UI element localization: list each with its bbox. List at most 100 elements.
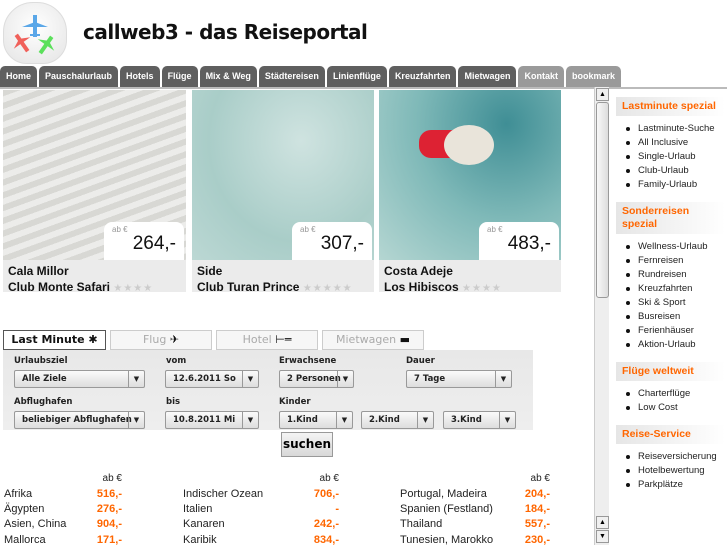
offer-place: Cala Millor [8,264,69,278]
chevron-down-icon: ▼ [128,371,144,387]
destination-link[interactable]: Kanaren [183,518,225,530]
nav-kontakt[interactable]: Kontakt [518,66,564,87]
dauer-select[interactable]: 7 Tage ▼ [406,370,512,388]
nav-pauschalurlaub[interactable]: Pauschalurlaub [39,66,119,87]
chevron-down-icon: ▼ [495,371,511,387]
destination-link[interactable]: Asien, China [4,518,66,530]
nav-mix-weg[interactable]: Mix & Weg [199,66,257,87]
nav-kreuzfahrten[interactable]: Kreuzfahrten [388,66,457,87]
sidebar-link[interactable]: Single-Urlaub [626,150,725,164]
bed-icon: ⊢═ [275,333,292,346]
sidebar-link[interactable]: Rundreisen [626,268,725,282]
sunhat-shape [444,125,494,165]
site-title: callweb3 - das Reiseportal [83,20,368,44]
chevron-down-icon: ▼ [242,412,258,428]
sidebar-link[interactable]: Family-Urlaub [626,178,725,192]
destination-link[interactable]: Mallorca [4,534,46,546]
vom-select[interactable]: 12.6.2011 So ▼ [165,370,259,388]
chevron-down-icon: ▼ [336,412,352,428]
tab-label: Hotel [242,333,272,346]
sidebar-link[interactable]: Reiseversicherung [626,450,725,464]
kind2-select[interactable]: 2.Kind ▼ [361,411,434,429]
select-value: 2.Kind [369,415,400,425]
destination-link[interactable]: Ägypten [4,503,44,515]
nav-fluege[interactable]: Flüge [161,66,198,87]
sidebar-link[interactable]: Lastminute-Suche [626,122,725,136]
scrollbar[interactable]: ▲ ▲ ▼ [594,87,609,545]
plane-icon: ✈ [169,333,180,346]
logo[interactable] [3,2,67,64]
offer-card[interactable]: ab € 264,- Cala Millor Club Monte Safari ★… [3,90,186,294]
nav-mietwagen[interactable]: Mietwagen [458,66,517,87]
sidebar-link[interactable]: Club-Urlaub [626,164,725,178]
destination-price: 276,- [96,503,122,515]
sidebar-link[interactable]: Low Cost [626,401,725,415]
destination-price: 230,- [524,534,550,546]
sidebar-link[interactable]: Busreisen [626,310,725,324]
sidebar-link[interactable]: Fernreisen [626,254,725,268]
destination-link[interactable]: Tunesien, Marokko [400,534,493,546]
destination-link[interactable]: Thailand [400,518,442,530]
sidebar-link[interactable]: Aktion-Urlaub [626,338,725,352]
destination-link[interactable]: Afrika [4,488,32,500]
scroll-up-icon[interactable]: ▲ [596,516,609,529]
sidebar-link[interactable]: Parkplätze [626,478,725,492]
sidebar-link[interactable]: Ferienhäuser [626,324,725,338]
select-value: 12.6.2011 So [173,374,236,384]
sidebar-section-title: Sonderreisen spezial [616,202,725,234]
nav-linienfluege[interactable]: Linienflüge [326,66,387,87]
destination-link[interactable]: Italien [183,503,212,515]
destination-link[interactable]: Portugal, Madeira [400,488,487,500]
price-column-header: ab € [319,473,339,484]
destination-link[interactable]: Karibik [183,534,217,546]
star-rating: ★★★★ [462,283,502,294]
sidebar: Lastminute spezial Lastminute-Suche All In… [612,97,725,502]
chevron-down-icon: ▼ [337,371,353,387]
star-rating: ★★★★★ [302,283,353,294]
label-kinder: Kinder [279,397,311,407]
price: 307,- [320,233,364,254]
nav-divider [0,87,727,89]
offer-card[interactable]: ab € 307,- Side Club Turan Prince ★★★★★ [192,90,374,294]
destination-price: 204,- [524,488,550,500]
erwachsene-select[interactable]: 2 Personen ▼ [279,370,354,388]
tab-hotel[interactable]: Hotel ⊢═ [216,330,318,350]
sidebar-link[interactable]: Ski & Sport [626,296,725,310]
nav-staedtereisen[interactable]: Städtereisen [258,66,325,87]
select-value: 1.Kind [287,415,318,425]
price-box: ab € 307,- [292,222,372,260]
scroll-up-icon[interactable]: ▲ [596,88,609,101]
scroll-down-icon[interactable]: ▼ [596,530,609,543]
planes-logo-icon [13,15,55,55]
kind3-select[interactable]: 3.Kind ▼ [443,411,516,429]
tab-mietwagen[interactable]: Mietwagen ▬ [322,330,424,350]
destination-price: 242,- [313,518,339,530]
nav-bookmark[interactable]: bookmark [565,66,621,87]
destination-link[interactable]: Indischer Ozean [183,488,263,500]
sidebar-link[interactable]: Wellness-Urlaub [626,240,725,254]
destination-price: - [335,503,339,515]
sidebar-link[interactable]: All Inclusive [626,136,725,150]
destination-link[interactable]: Spanien (Festland) [400,503,493,515]
price-column-header: ab € [530,473,550,484]
search-button[interactable]: suchen [281,432,333,457]
bis-select[interactable]: 10.8.2011 Mi ▼ [165,411,259,429]
sidebar-link[interactable]: Charterflüge [626,387,725,401]
offer-card[interactable]: ab € 483,- Costa Adeje Los Hibiscos ★★★★ [379,90,561,294]
abflughafen-select[interactable]: beliebiger Abflughafen ▼ [14,411,145,429]
sidebar-link[interactable]: Hotelbewertung [626,464,725,478]
urlaubsziel-select[interactable]: Alle Ziele ▼ [14,370,145,388]
scrollbar-thumb[interactable] [596,102,609,298]
tab-last-minute[interactable]: Last Minute ✱ [3,330,106,350]
tab-flug[interactable]: Flug ✈ [110,330,212,350]
star-rating: ★★★★ [113,283,154,294]
nav-hotels[interactable]: Hotels [120,66,160,87]
sidebar-link[interactable]: Kreuzfahrten [626,282,725,296]
kind1-select[interactable]: 1.Kind ▼ [279,411,353,429]
destination-price: 184,- [524,503,550,515]
price-prefix: ab € [112,225,128,234]
nav-home[interactable]: Home [0,66,38,87]
label-erwachsene: Erwachsene [279,356,337,366]
